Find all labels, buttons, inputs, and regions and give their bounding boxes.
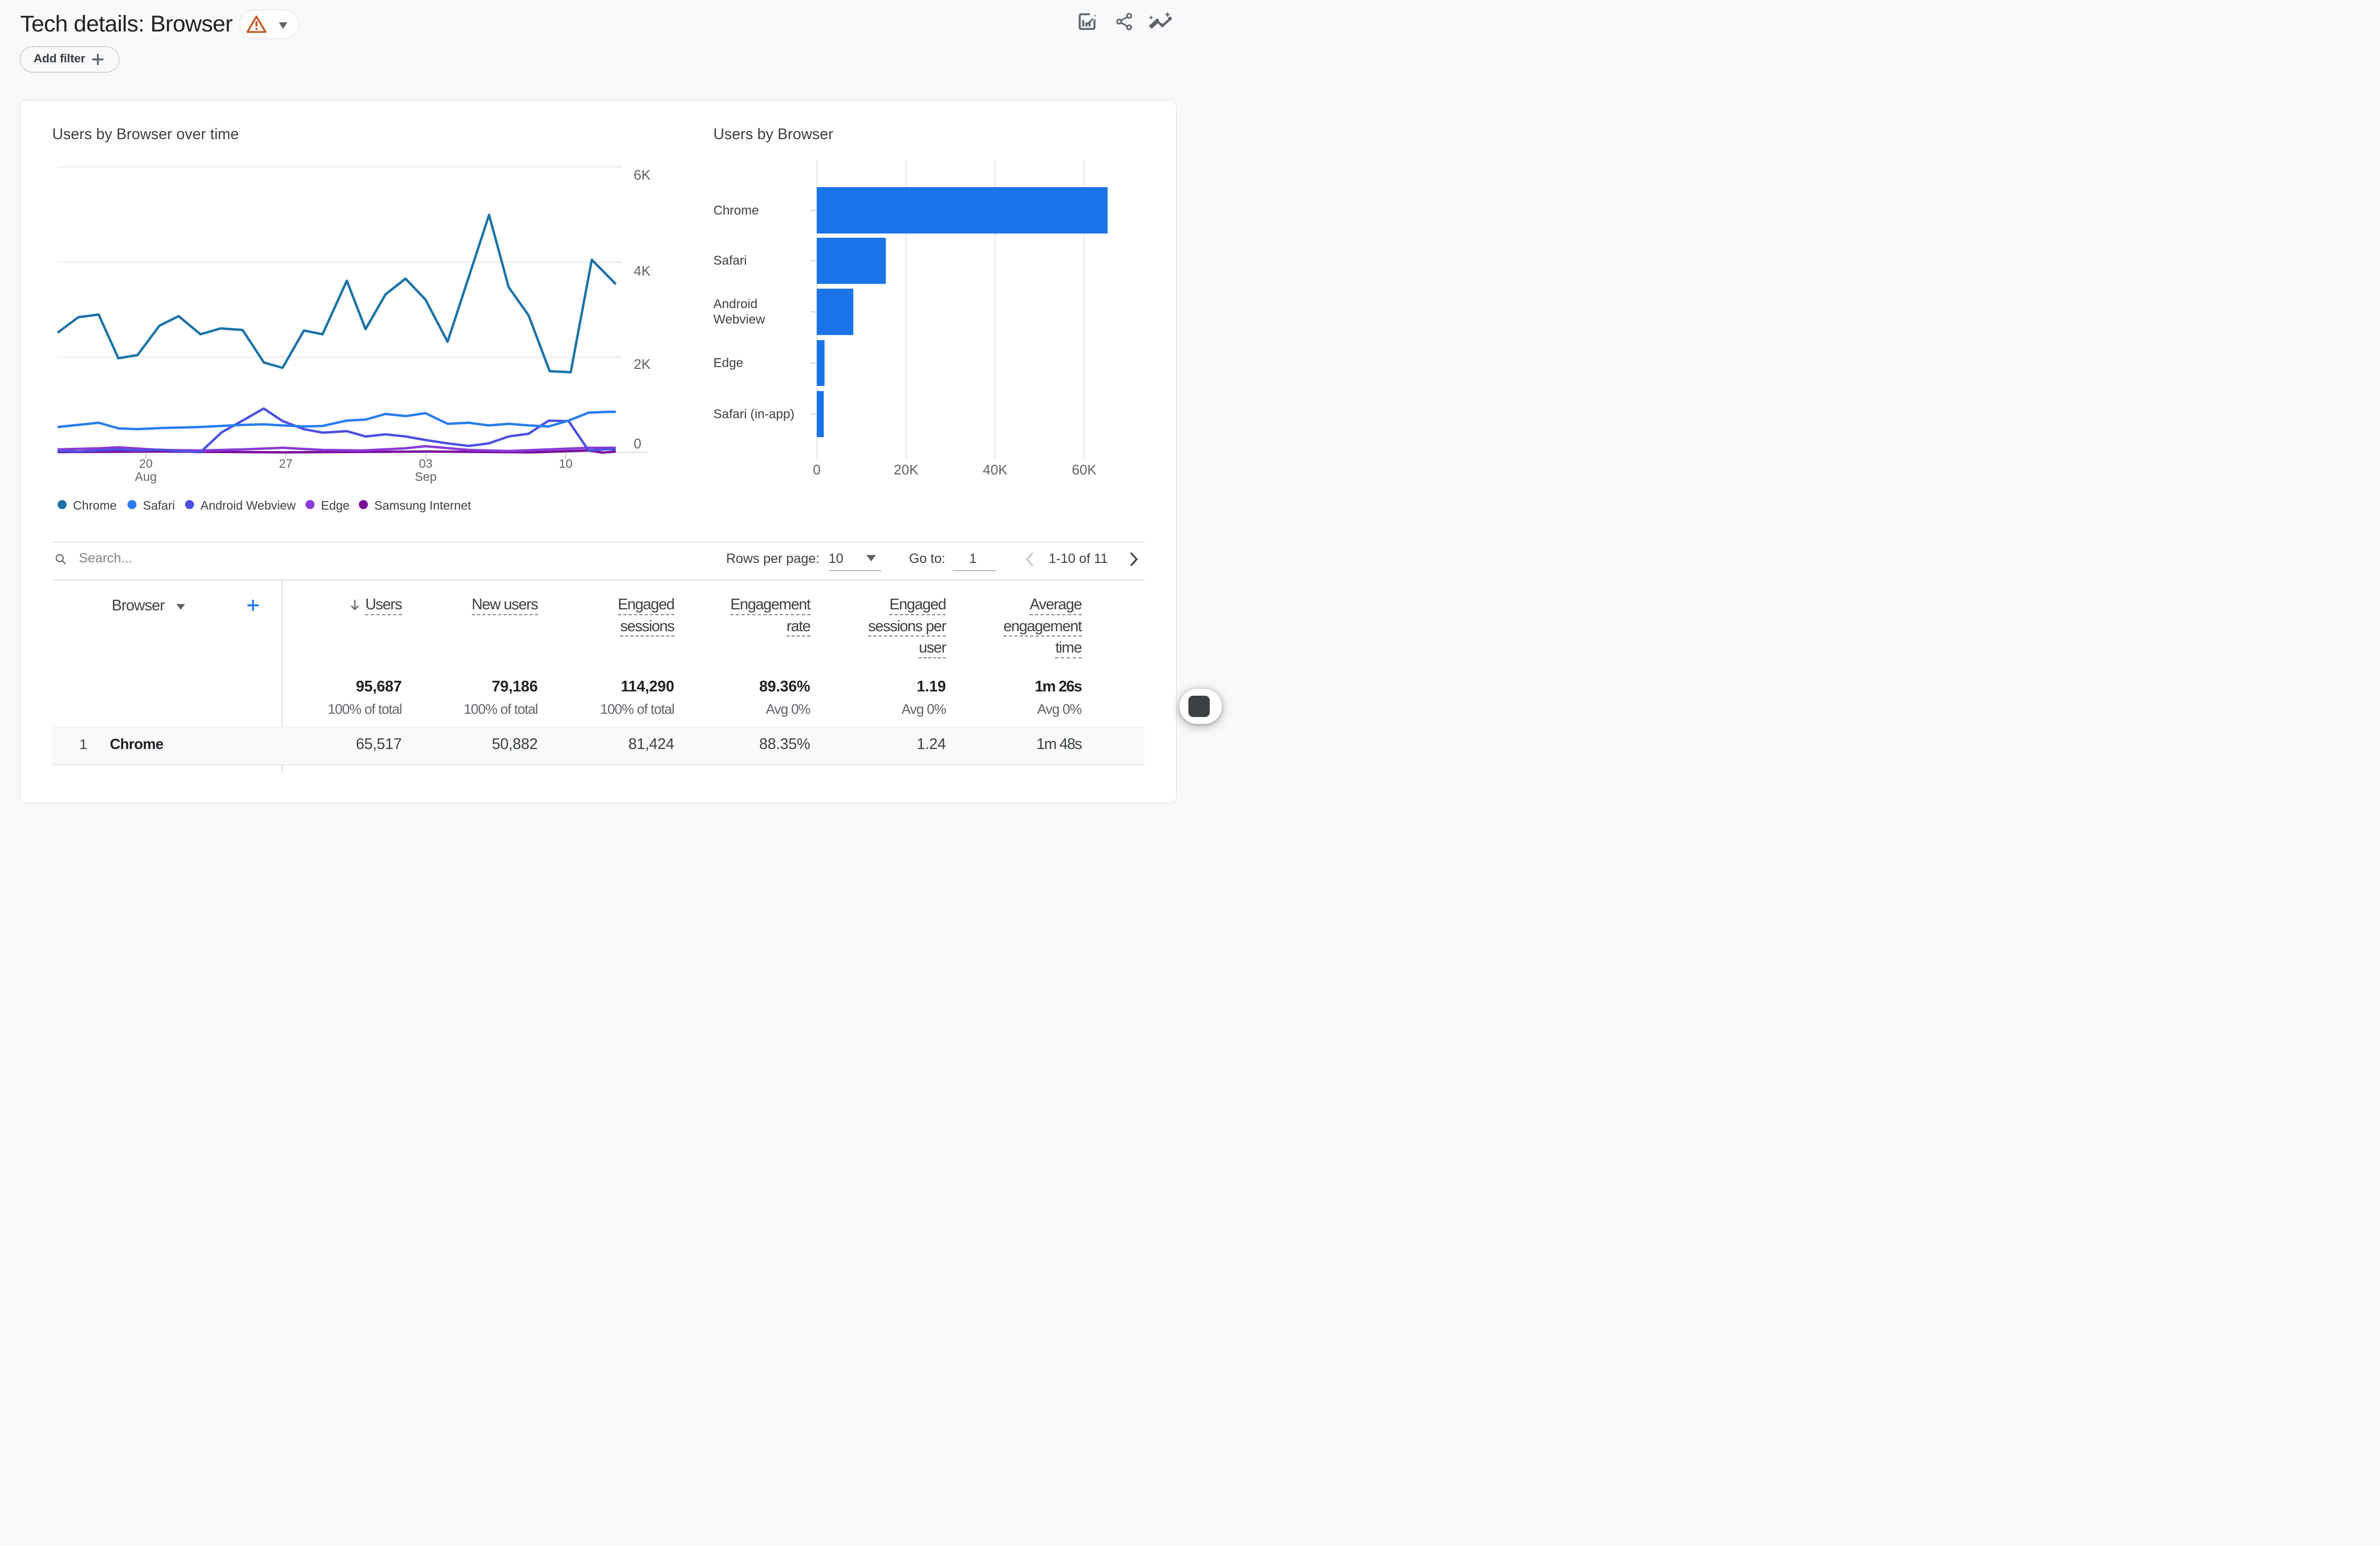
svg-text:40K: 40K xyxy=(983,462,1008,478)
svg-text:20K: 20K xyxy=(894,462,919,478)
svg-text:4K: 4K xyxy=(634,263,651,279)
svg-text:2K: 2K xyxy=(634,356,651,372)
svg-text:0: 0 xyxy=(813,462,821,478)
svg-text:0: 0 xyxy=(634,436,641,452)
svg-text:27: 27 xyxy=(279,457,293,471)
svg-text:60K: 60K xyxy=(1072,462,1097,478)
svg-text:Aug: Aug xyxy=(135,470,157,484)
svg-text:03: 03 xyxy=(419,457,433,471)
svg-text:6K: 6K xyxy=(634,167,651,183)
svg-text:Sep: Sep xyxy=(415,470,437,484)
svg-text:10: 10 xyxy=(559,457,573,471)
svg-text:20: 20 xyxy=(139,457,153,471)
